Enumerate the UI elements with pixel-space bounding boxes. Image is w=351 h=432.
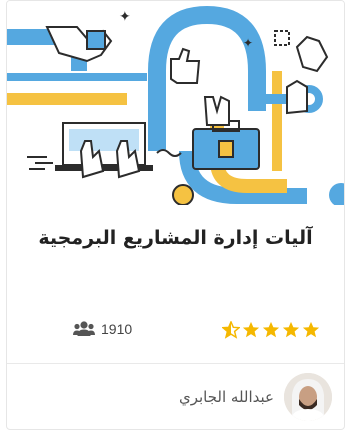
course-card[interactable]: ✦ ✦ آليات إدارة المشاريع البرمجية 1910 ع… xyxy=(6,0,345,430)
users-icon xyxy=(73,321,95,336)
card-divider xyxy=(7,363,344,364)
author-name[interactable]: عبدالله الجابري xyxy=(179,388,274,406)
rating-stars xyxy=(222,321,320,339)
course-thumbnail[interactable]: ✦ ✦ xyxy=(7,1,344,205)
star-icon xyxy=(242,321,260,338)
star-icon xyxy=(302,321,320,338)
avatar-icon xyxy=(284,373,332,421)
students-count-value: 1910 xyxy=(101,321,133,337)
star-icon xyxy=(262,321,280,338)
author-avatar[interactable] xyxy=(284,373,332,421)
course-title[interactable]: آليات إدارة المشاريع البرمجية xyxy=(7,227,344,249)
star-icon xyxy=(282,321,300,338)
project-tools-illustration: ✦ ✦ xyxy=(7,5,344,205)
svg-text:✦: ✦ xyxy=(119,9,131,25)
star-icon xyxy=(222,321,240,339)
svg-text:✦: ✦ xyxy=(243,36,253,50)
course-author[interactable]: عبدالله الجابري xyxy=(179,373,332,421)
students-count: 1910 xyxy=(73,321,132,337)
course-stats: 1910 xyxy=(7,317,344,347)
